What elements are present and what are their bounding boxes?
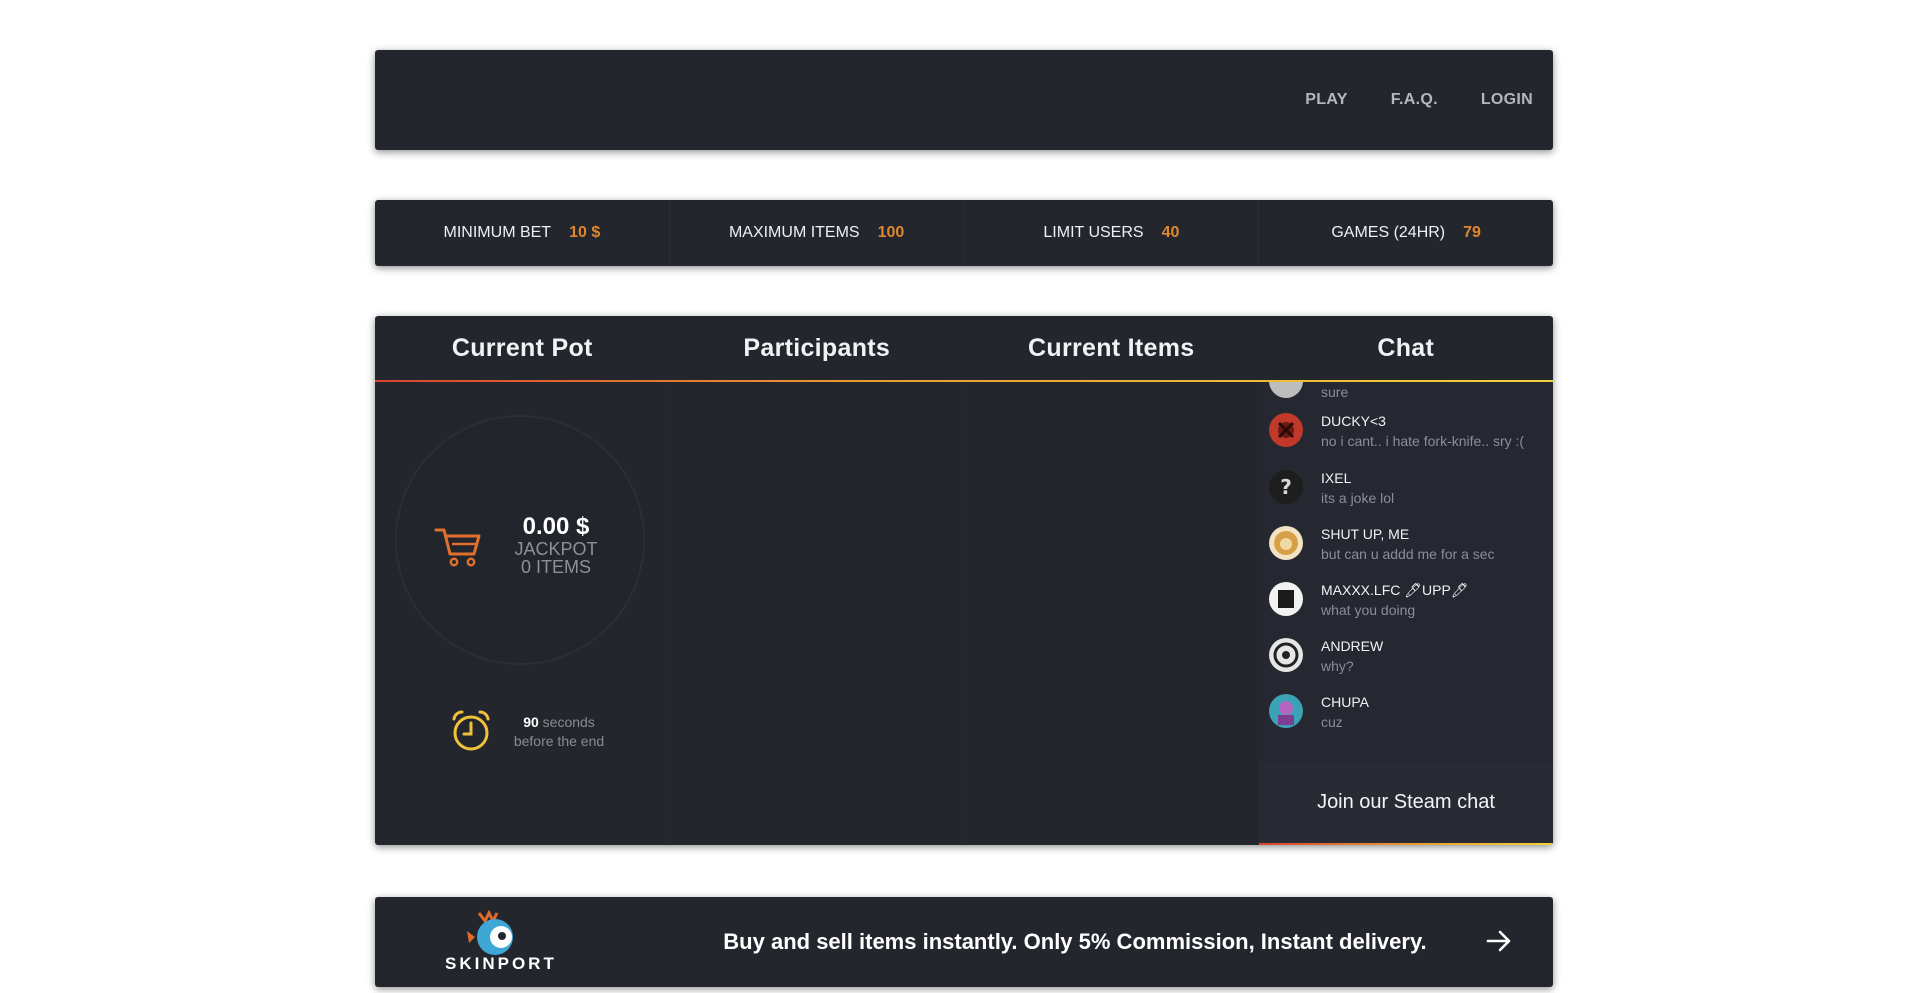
timer-unit: seconds: [542, 714, 595, 730]
avatar[interactable]: ?: [1269, 470, 1303, 504]
column-headers: Current Pot Participants Current Items C…: [375, 316, 1553, 380]
lion-avatar-icon: [1274, 531, 1298, 555]
stat-label: MINIMUM BET: [443, 224, 552, 241]
chat-messages[interactable]: sure DUCKY<3 no i cant.. i hate fork-kni…: [1259, 382, 1553, 762]
join-steam-chat-button[interactable]: Join our Steam chat: [1259, 762, 1553, 843]
items-column: [965, 382, 1260, 845]
svg-text:?: ?: [1280, 475, 1292, 499]
chat-message: DUCKY<3 no i cant.. i hate fork-knife.. …: [1259, 413, 1553, 463]
avatar[interactable]: [1269, 638, 1303, 672]
pot-amount: 0.00 $: [522, 513, 590, 540]
question-mark-icon: ?: [1280, 475, 1292, 499]
alarm-clock-icon: [452, 710, 490, 751]
emblem-avatar-icon: [1273, 642, 1299, 668]
chat-message: sure: [1259, 382, 1553, 414]
stat-label: GAMES (24HR): [1331, 224, 1446, 241]
round-timer: 90 seconds before the end: [494, 713, 624, 751]
pot-jackpot-label: JACKPOT: [514, 539, 598, 559]
chat-message-text: why?: [1321, 658, 1354, 674]
timer-suffix: before the end: [513, 733, 605, 749]
chat-username[interactable]: MAXXX.LFC 🖊UPP🖊: [1321, 582, 1469, 598]
stat-value: 40: [1161, 224, 1180, 241]
pot-items-count: 0 ITEMS: [520, 557, 591, 577]
stat-value: 79: [1463, 224, 1481, 241]
chat-username[interactable]: ANDREW: [1321, 638, 1383, 654]
avatar[interactable]: [1269, 582, 1303, 616]
avatar[interactable]: [1269, 413, 1303, 447]
chat-username[interactable]: DUCKY<3: [1321, 413, 1386, 429]
chat-message-text: sure: [1321, 384, 1349, 400]
stats-bar: MINIMUM BET 10 $ MAXIMUM ITEMS 100 LIMIT…: [375, 200, 1553, 266]
chat-message-text: what you doing: [1321, 602, 1416, 618]
chat-username[interactable]: CHUPA: [1321, 694, 1369, 710]
participants-column: [670, 382, 965, 845]
bomb-avatar-icon: [1277, 421, 1295, 439]
skinport-banner[interactable]: SKINPORT Buy and sell items instantly. O…: [375, 897, 1553, 987]
header-participants: Participants: [743, 333, 891, 362]
cart-icon: [434, 528, 481, 567]
chat-message: CHUPA cuz: [1259, 694, 1553, 744]
arrow-right-icon[interactable]: [1485, 927, 1513, 955]
top-navbar: PLAY F.A.Q. LOGIN: [375, 50, 1553, 150]
chat-message: ANDREW why?: [1259, 638, 1553, 688]
avatar[interactable]: [1269, 694, 1303, 728]
stat-minimum-bet: MINIMUM BET 10 $: [375, 200, 670, 266]
chat-message-text: its a joke lol: [1321, 490, 1395, 506]
chat-message-text: no i cant.. i hate fork-knife.. sry :(: [1321, 433, 1525, 449]
header-current-pot: Current Pot: [451, 333, 593, 362]
banner-text[interactable]: Buy and sell items instantly. Only 5% Co…: [705, 897, 1445, 987]
nav-links: PLAY F.A.Q. LOGIN: [1305, 50, 1533, 150]
header-chat: Chat: [1377, 333, 1435, 362]
avatar[interactable]: [1269, 526, 1303, 560]
stat-maximum-items: MAXIMUM ITEMS 100: [670, 200, 965, 266]
join-gradient-divider: [1259, 843, 1553, 845]
chat-message-text: cuz: [1321, 714, 1343, 730]
nav-play-link[interactable]: PLAY: [1305, 91, 1347, 109]
chat-message: MAXXX.LFC 🖊UPP🖊 what you doing: [1259, 582, 1553, 632]
chat-message: SHUT UP, ME but can u addd me for a sec: [1259, 526, 1553, 576]
square-avatar-icon: [1278, 590, 1294, 608]
stat-label: LIMIT USERS: [1043, 224, 1144, 241]
stat-value: 10 $: [569, 224, 601, 241]
chat-username[interactable]: IXEL: [1321, 470, 1351, 486]
avatar[interactable]: [1269, 382, 1303, 398]
stat-label: MAXIMUM ITEMS: [728, 224, 860, 241]
chat-username[interactable]: SHUT UP, ME: [1321, 526, 1409, 542]
chat-message: ? IXEL its a joke lol: [1259, 470, 1553, 520]
timer-seconds: 90: [523, 714, 539, 730]
chat-message-text: but can u addd me for a sec: [1321, 546, 1495, 562]
stat-value: 100: [877, 224, 905, 241]
stat-limit-users: LIMIT USERS 40: [965, 200, 1260, 266]
header-current-items: Current Items: [1028, 333, 1195, 362]
nav-faq-link[interactable]: F.A.Q.: [1391, 91, 1438, 109]
main-panel: Current Pot Participants Current Items C…: [375, 316, 1553, 845]
brand-name: SKINPORT: [445, 954, 557, 973]
character-avatar-icon: [1278, 701, 1294, 725]
nav-login-link[interactable]: LOGIN: [1481, 91, 1533, 109]
stat-games-24hr: GAMES (24HR) 79: [1259, 200, 1553, 266]
